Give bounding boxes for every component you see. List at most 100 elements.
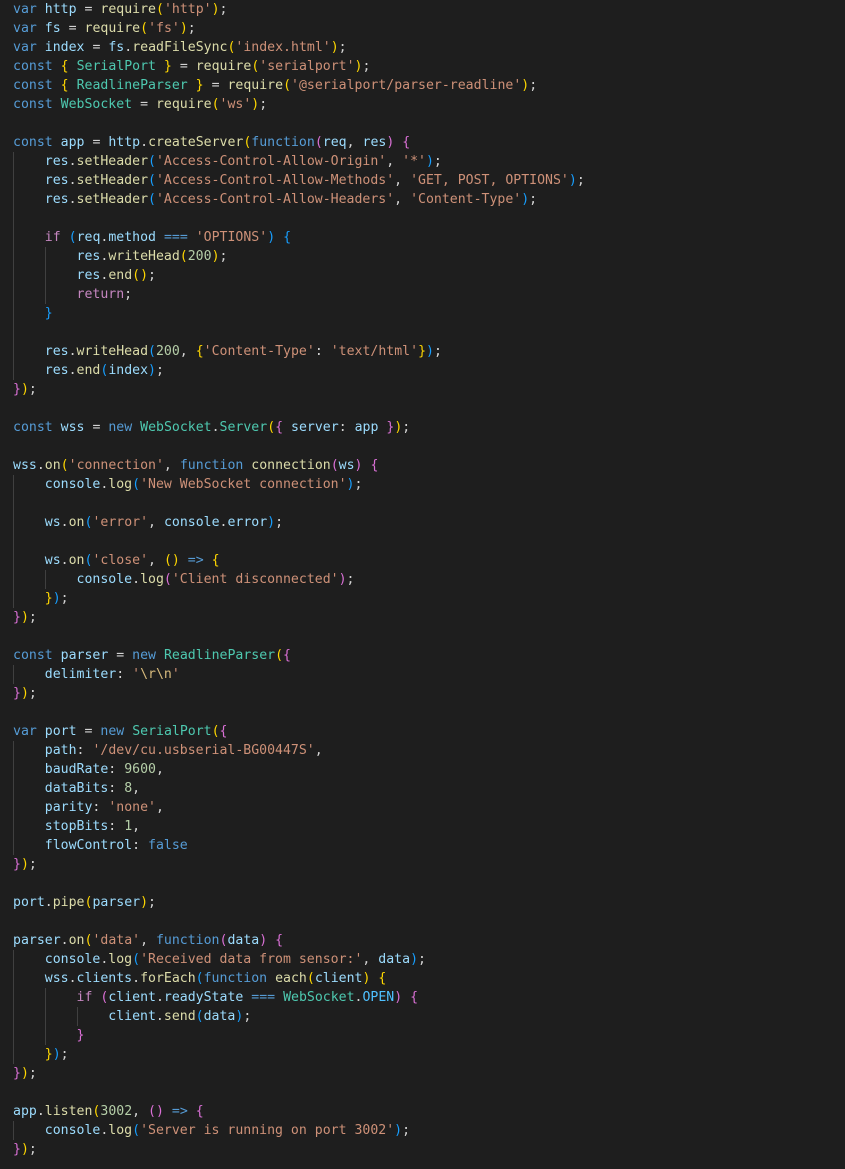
code-line[interactable]: parser.on('data', function(data) { [0,931,845,950]
code-line[interactable]: return; [0,285,845,304]
indent-guide [13,1007,14,1026]
code-line[interactable]: var port = new SerialPort({ [0,722,845,741]
code-line[interactable]: stopBits: 1, [0,817,845,836]
code-line[interactable]: } [0,1026,845,1045]
code-content[interactable]: var http = require('http'); var fs = requ… [0,0,845,1159]
code-line[interactable]: const wss = new WebSocket.Server({ serve… [0,418,845,437]
code-line[interactable]: baudRate: 9600, [0,760,845,779]
code-line[interactable]: ws.on('close', () => { [0,551,845,570]
indent-guide [13,779,14,798]
code-line[interactable] [0,399,845,418]
indent-guide [44,266,46,285]
code-line[interactable]: dataBits: 8, [0,779,845,798]
code-line[interactable]: delimiter: '\r\n' [0,665,845,684]
code-line[interactable] [0,627,845,646]
indent-guide [13,665,14,684]
indent-guide [13,988,14,1007]
code-line[interactable]: var fs = require('fs'); [0,19,845,38]
indent-guide [13,190,14,209]
code-line[interactable]: console.log('Client disconnected'); [0,570,845,589]
indent-guide [13,152,14,171]
code-line[interactable] [0,323,845,342]
indent-guide [13,209,14,228]
code-line[interactable]: }); [0,589,845,608]
code-line[interactable]: res.end(); [0,266,845,285]
code-line[interactable]: console.log('Received data from sensor:'… [0,950,845,969]
code-line[interactable]: const WebSocket = require('ws'); [0,95,845,114]
code-line[interactable]: res.setHeader('Access-Control-Allow-Orig… [0,152,845,171]
code-line[interactable]: client.send(data); [0,1007,845,1026]
code-line[interactable]: res.setHeader('Access-Control-Allow-Meth… [0,171,845,190]
code-line[interactable]: }); [0,608,845,627]
indent-guide [13,798,14,817]
indent-guide [13,247,14,266]
indent-guide [13,475,14,494]
indent-guide [13,361,14,380]
indent-guide [44,570,46,589]
code-line[interactable] [0,114,845,133]
indent-guide [13,285,14,304]
code-line[interactable]: res.writeHead(200); [0,247,845,266]
indent-guide [13,1045,14,1064]
code-line[interactable]: res.writeHead(200, {'Content-Type': 'tex… [0,342,845,361]
indent-guide [13,266,14,285]
code-line[interactable] [0,703,845,722]
indent-guide [13,171,14,190]
code-line[interactable]: const { SerialPort } = require('serialpo… [0,57,845,76]
code-line[interactable] [0,209,845,228]
code-line[interactable]: wss.on('connection', function connection… [0,456,845,475]
code-line[interactable]: if (req.method === 'OPTIONS') { [0,228,845,247]
indent-guide [13,513,14,532]
code-line[interactable]: const parser = new ReadlineParser({ [0,646,845,665]
code-line[interactable]: path: '/dev/cu.usbserial-BG00447S', [0,741,845,760]
indent-guide [13,228,14,247]
indent-guide [13,589,14,608]
code-line[interactable]: }); [0,1064,845,1083]
code-line[interactable]: }); [0,380,845,399]
code-line[interactable] [0,494,845,513]
code-line[interactable]: res.setHeader('Access-Control-Allow-Head… [0,190,845,209]
indent-guide [13,551,14,570]
indent-guide [44,1007,46,1026]
indent-guide [44,1026,46,1045]
indent-guide [13,570,14,589]
code-line[interactable]: } [0,304,845,323]
code-line[interactable]: if (client.readyState === WebSocket.OPEN… [0,988,845,1007]
indent-guide [13,817,14,836]
code-line[interactable]: const app = http.createServer(function(r… [0,133,845,152]
code-line[interactable]: console.log('New WebSocket connection'); [0,475,845,494]
code-line[interactable] [0,532,845,551]
code-line[interactable]: console.log('Server is running on port 3… [0,1121,845,1140]
code-line[interactable] [0,912,845,931]
code-line[interactable]: var http = require('http'); [0,0,845,19]
indent-guide [13,741,14,760]
code-line[interactable]: }); [0,684,845,703]
indent-guide [13,1121,14,1140]
indent-guide [44,988,46,1007]
code-line[interactable]: res.end(index); [0,361,845,380]
code-line[interactable]: app.listen(3002, () => { [0,1102,845,1121]
code-line[interactable]: var index = fs.readFileSync('index.html'… [0,38,845,57]
code-editor[interactable]: var http = require('http'); var fs = requ… [0,0,845,1169]
indent-guide [13,836,14,855]
indent-guide [13,1026,14,1045]
code-line[interactable] [0,1083,845,1102]
code-line[interactable]: ws.on('error', console.error); [0,513,845,532]
code-line[interactable]: }); [0,855,845,874]
code-line[interactable] [0,874,845,893]
code-line[interactable]: }); [0,1140,845,1159]
indent-guide [13,532,14,551]
code-line[interactable]: parity: 'none', [0,798,845,817]
code-line[interactable]: const { ReadlineParser } = require('@ser… [0,76,845,95]
indent-guide [13,760,14,779]
indent-guide [13,950,14,969]
indent-guide [76,1007,78,1026]
indent-guide [44,285,46,304]
code-line[interactable]: }); [0,1045,845,1064]
indent-guide [13,969,14,988]
indent-guide [13,304,14,323]
code-line[interactable]: port.pipe(parser); [0,893,845,912]
code-line[interactable]: flowControl: false [0,836,845,855]
code-line[interactable] [0,437,845,456]
code-line[interactable]: wss.clients.forEach(function each(client… [0,969,845,988]
